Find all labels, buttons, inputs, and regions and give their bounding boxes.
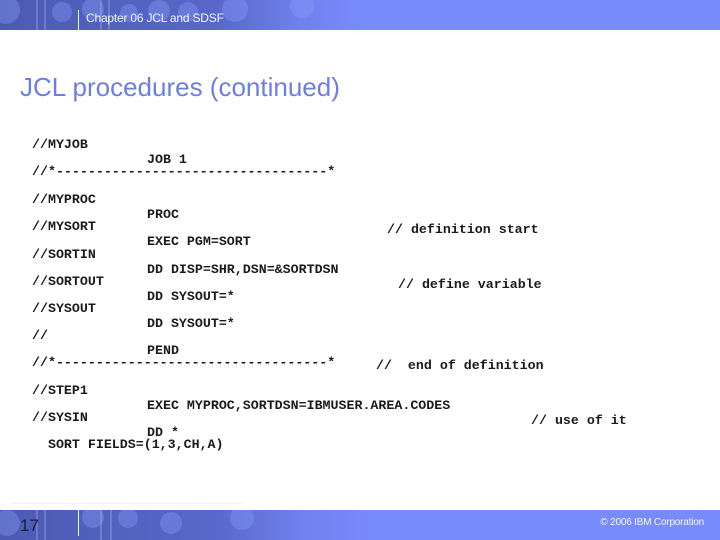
page-number: 17 [20, 516, 39, 535]
code-comment: // end of definition [376, 358, 544, 373]
code-operation: EXEC MYPROC,SORTDSN=IBMUSER.AREA.CODES [147, 398, 451, 413]
footer-divider [78, 510, 79, 536]
code-comment: // definition start [387, 222, 539, 237]
code-operation: PROC [147, 207, 179, 222]
footer-faint-rule [12, 503, 242, 504]
copyright-notice: © 2006 IBM Corporation [600, 517, 704, 528]
banner-decoration [118, 510, 138, 528]
banner-decoration [290, 0, 314, 18]
banner-decoration [52, 2, 72, 22]
code-operation: EXEC PGM=SORT [147, 234, 251, 249]
banner-decoration [100, 510, 102, 540]
banner-decoration [44, 0, 46, 30]
banner-decoration [110, 510, 112, 540]
banner-decoration [230, 510, 254, 530]
code-line: SORT FIELDS=(1,3,CH,A) [32, 422, 224, 467]
banner-decoration [0, 0, 20, 24]
banner-decoration [36, 0, 38, 30]
banner-decoration [222, 0, 248, 22]
chapter-title: Chapter 06 JCL and SDSF [86, 11, 224, 25]
code-operation: DD SYSOUT=* [147, 316, 235, 331]
code-statement: SORT FIELDS=(1,3,CH,A) [32, 437, 224, 452]
banner-decoration [160, 512, 182, 534]
code-operation: DD SYSOUT=* [147, 289, 235, 304]
slide-title: JCL procedures (continued) [20, 72, 340, 102]
code-comment: // define variable [398, 277, 542, 292]
code-operation: DD DISP=SHR,DSN=&SORTDSN [147, 262, 339, 277]
banner-decoration [44, 510, 46, 540]
banner-decoration [0, 510, 20, 536]
header-divider [78, 10, 79, 30]
code-comment: // use of it [531, 413, 627, 428]
code-separator: //*----------------------------------* [32, 164, 336, 179]
code-separator: //*----------------------------------* [32, 355, 336, 370]
